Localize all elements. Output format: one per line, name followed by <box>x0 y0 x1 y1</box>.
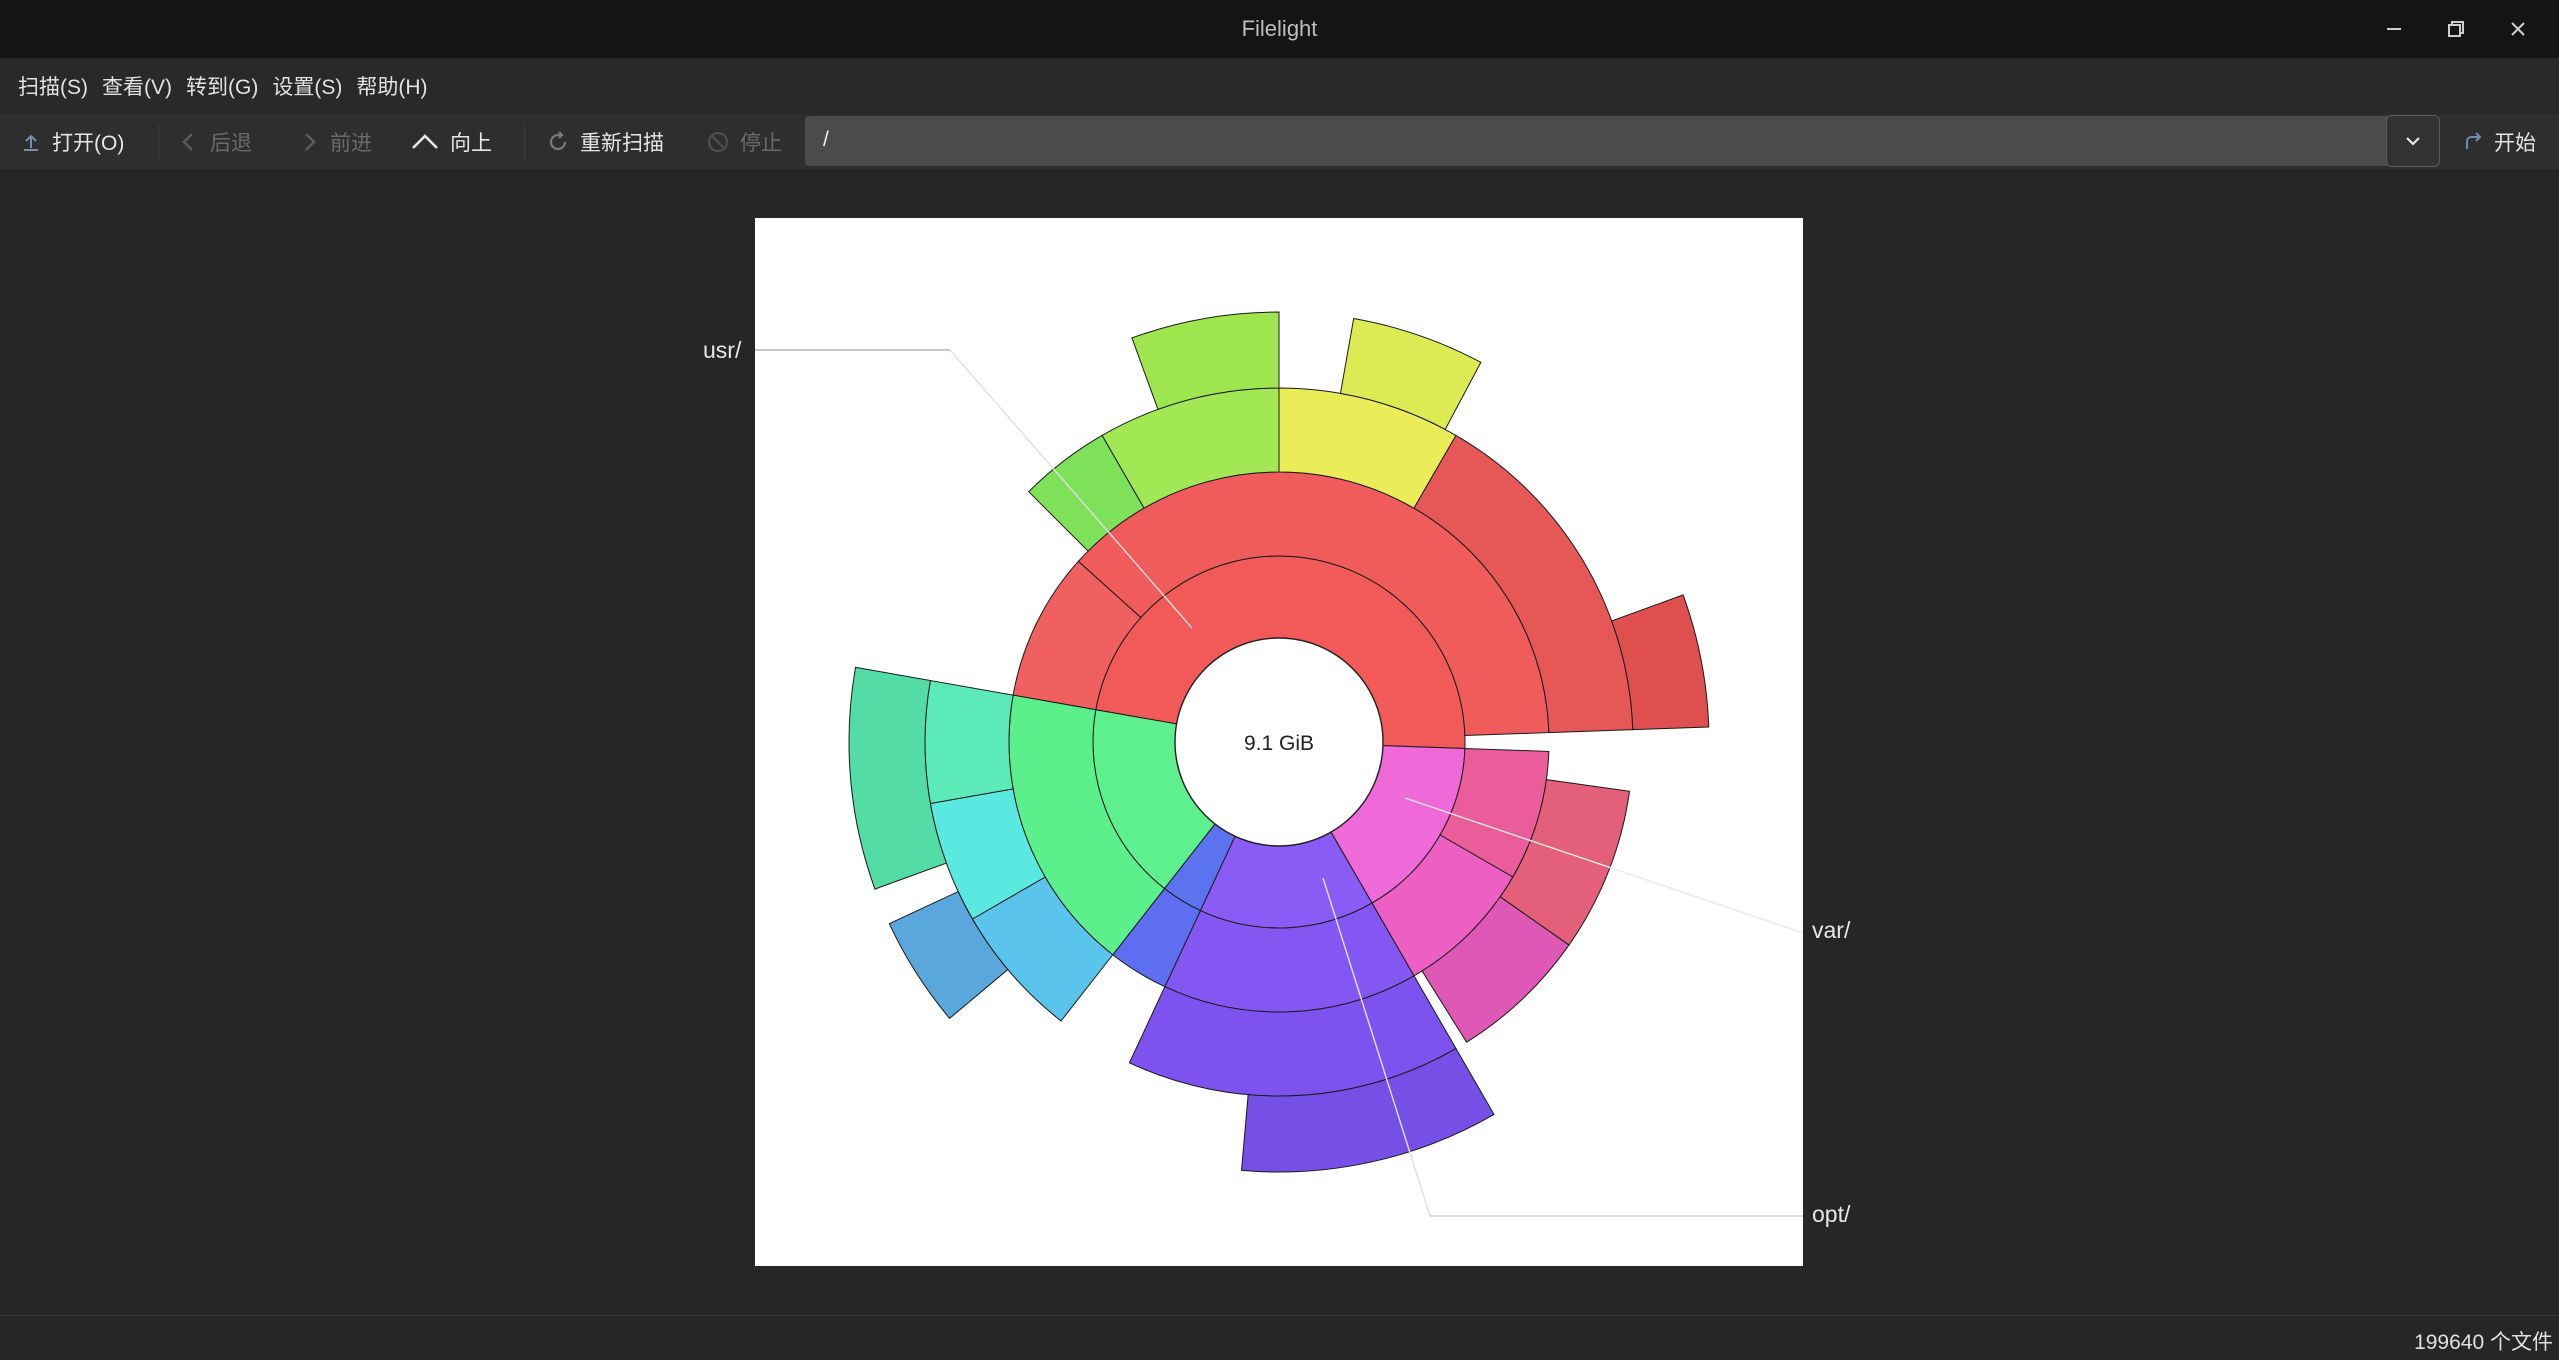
go-label: 开始 <box>2494 132 2536 155</box>
menu-go[interactable]: 转到(G) <box>186 65 258 107</box>
go-arrow-icon <box>2466 132 2482 149</box>
status-bar: 199640 个文件 <box>0 1315 2559 1360</box>
path-input[interactable]: / <box>805 116 2435 166</box>
menu-bar: 扫描(S) 查看(V) 转到(G) 设置(S) 帮助(H) <box>0 58 2559 114</box>
restore-icon <box>2448 21 2464 37</box>
window-controls <box>2363 0 2549 58</box>
close-icon <box>2511 22 2525 36</box>
back-arrow-icon <box>182 133 193 151</box>
stop-icon <box>708 132 728 152</box>
chevron-down-icon <box>2406 137 2420 146</box>
label-var[interactable]: var/ <box>1812 917 1850 944</box>
toolbar-separator <box>524 124 525 160</box>
sunburst-canvas: 9.1 GiB <box>755 218 1804 1266</box>
up-arrow-icon <box>412 134 438 149</box>
rescan-button[interactable]: 重新扫描 <box>546 114 664 170</box>
rescan-label: 重新扫描 <box>580 132 664 155</box>
open-icon <box>24 134 38 151</box>
open-label: 打开(O) <box>52 132 125 155</box>
back-button[interactable]: 后退 <box>178 114 252 170</box>
segment-green-grandchild[interactable] <box>924 679 1014 805</box>
forward-label: 前进 <box>330 132 372 155</box>
minimize-icon <box>2387 28 2401 30</box>
toolbar-separator <box>158 124 159 160</box>
label-usr[interactable]: usr/ <box>703 337 741 364</box>
restore-button[interactable] <box>2425 9 2487 49</box>
stop-label: 停止 <box>740 132 782 155</box>
menu-help[interactable]: 帮助(H) <box>356 65 427 107</box>
path-value: / <box>823 128 829 151</box>
center-size-label: 9.1 GiB <box>1244 732 1314 755</box>
refresh-icon <box>549 131 567 151</box>
up-label: 向上 <box>450 132 492 155</box>
open-button[interactable]: 打开(O) <box>20 114 124 170</box>
window-title: Filelight <box>1241 16 1318 41</box>
minimize-button[interactable] <box>2363 9 2425 49</box>
close-button[interactable] <box>2487 9 2549 49</box>
forward-button[interactable]: 前进 <box>298 114 372 170</box>
back-label: 后退 <box>210 132 252 155</box>
menu-view[interactable]: 查看(V) <box>102 65 172 107</box>
go-button[interactable]: 开始 <box>2462 114 2536 170</box>
up-button[interactable]: 向上 <box>410 114 492 170</box>
title-bar: Filelight <box>0 0 2559 58</box>
file-count: 199640 个文件 <box>2414 1331 2553 1354</box>
forward-arrow-icon <box>305 133 316 151</box>
sunburst-chart: 9.1 GiB <box>755 311 1804 1217</box>
menu-settings[interactable]: 设置(S) <box>272 65 342 107</box>
label-opt[interactable]: opt/ <box>1812 1201 1850 1228</box>
path-history-dropdown[interactable] <box>2386 115 2440 167</box>
stop-button[interactable]: 停止 <box>706 114 782 170</box>
menu-scan[interactable]: 扫描(S) <box>18 65 88 107</box>
